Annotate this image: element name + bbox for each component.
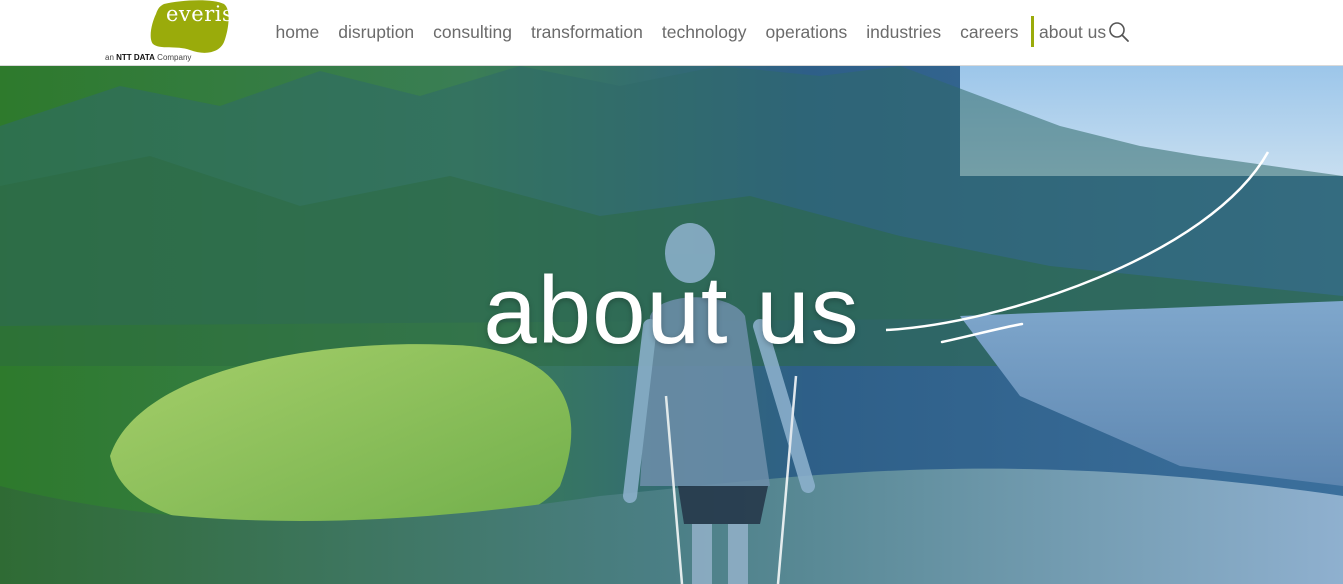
nav-item-technology[interactable]: technology xyxy=(652,22,756,43)
nav-item-disruption[interactable]: disruption xyxy=(329,22,424,43)
site-header: everis an NTT DATA Company home disrupti… xyxy=(0,0,1343,66)
hero-banner: about us xyxy=(0,66,1343,584)
logo-tagline: an NTT DATA Company xyxy=(105,53,192,62)
nav-item-about-us[interactable]: about us xyxy=(1031,15,1116,47)
nav-item-consulting[interactable]: consulting xyxy=(424,22,522,43)
nav-item-transformation[interactable]: transformation xyxy=(521,22,652,43)
page-title: about us xyxy=(483,257,860,364)
main-nav: home disruption consulting transformatio… xyxy=(266,0,1116,64)
nav-item-home[interactable]: home xyxy=(266,22,329,43)
everis-logo[interactable]: everis an NTT DATA Company xyxy=(104,0,234,64)
nav-item-careers[interactable]: careers xyxy=(951,22,1028,43)
nav-item-operations[interactable]: operations xyxy=(756,22,857,43)
logo-wordmark: everis xyxy=(166,2,234,26)
search-icon xyxy=(1109,22,1129,42)
search-button[interactable] xyxy=(1107,20,1131,44)
nav-item-industries[interactable]: industries xyxy=(857,22,951,43)
